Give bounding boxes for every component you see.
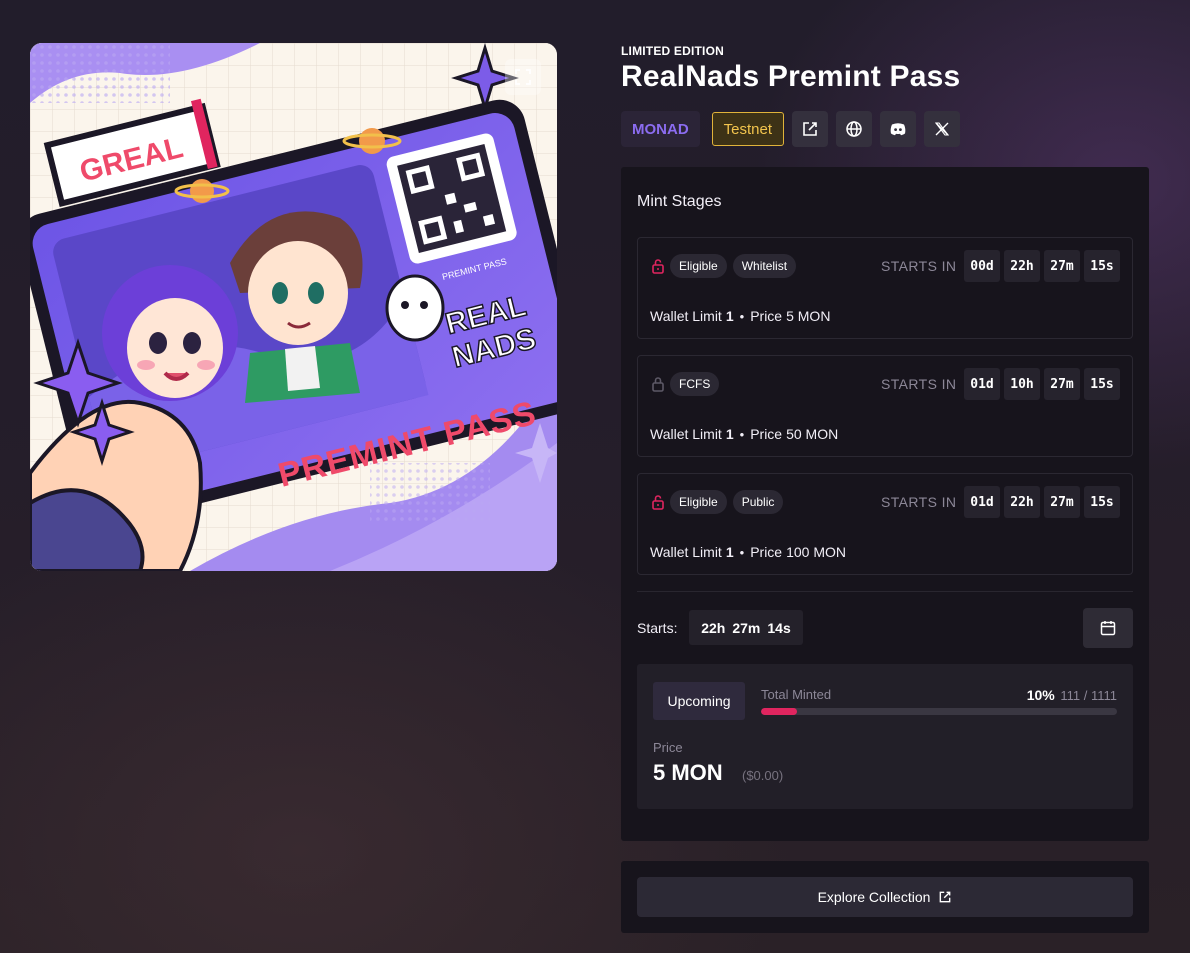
countdown-seconds: 15s	[1084, 368, 1120, 400]
minted-count: 111 / 1111	[1060, 688, 1117, 703]
starts-in-label: STARTS IN	[881, 376, 957, 392]
eligible-chip: Eligible	[670, 490, 727, 514]
wallet-limit-value: 1	[725, 308, 734, 324]
external-link-icon	[940, 891, 951, 903]
current-price: 5 MON	[653, 760, 723, 785]
starts-label: Starts:	[637, 620, 678, 636]
current-price-usd: ($0.00)	[742, 768, 784, 783]
collection-artwork: PREMINT PASS REAL NADS GREAL PREMINT PAS…	[30, 43, 557, 571]
external-link-icon	[803, 122, 817, 136]
mint-panel: Mint Stages Eligible Whitelist STARTS IN…	[621, 167, 1149, 841]
unlock-icon	[652, 259, 664, 274]
stage-limit-row: Wallet Limit 1 • Price 5 MON	[650, 308, 830, 324]
stage-limit-row: Wallet Limit 1 • Price 50 MON	[650, 426, 838, 442]
countdown-days: 01d	[964, 368, 1000, 400]
starts-seconds: 14s	[767, 619, 791, 636]
current-price-label: Price	[653, 740, 683, 755]
x-twitter-button[interactable]	[924, 111, 961, 147]
wallet-limit-label: Wallet Limit	[650, 308, 722, 324]
eligible-chip: Eligible	[670, 254, 727, 278]
countdown-seconds: 15s	[1084, 250, 1120, 282]
stage-countdown: 00d 22h 27m 15s	[964, 250, 1120, 282]
stage-countdown: 01d 10h 27m 15s	[964, 368, 1120, 400]
countdown-days: 01d	[964, 486, 1000, 518]
mint-stage-public[interactable]: Eligible Public STARTS IN 01d 22h 27m 15…	[637, 473, 1133, 575]
explore-collection-button[interactable]: Explore Collection	[637, 877, 1133, 917]
countdown-hours: 10h	[1004, 368, 1040, 400]
status-upcoming-button[interactable]: Upcoming	[653, 682, 745, 720]
stage-type-chip: Public	[732, 490, 784, 514]
separator-dot: •	[739, 426, 745, 442]
tag-row: MONAD Testnet	[621, 111, 961, 147]
stage-chips: Eligible Whitelist	[670, 254, 797, 278]
stage-price: 100 MON	[786, 544, 847, 560]
character-girl	[102, 265, 238, 401]
add-to-calendar-button[interactable]	[1083, 608, 1133, 648]
countdown-minutes: 27m	[1044, 368, 1080, 400]
price-label: Price	[750, 426, 783, 442]
expand-image-button[interactable]	[505, 59, 541, 95]
chain-badge: MONAD	[621, 111, 700, 147]
starts-countdown: 22h 27m 14s	[689, 610, 803, 645]
countdown-hours: 22h	[1004, 486, 1040, 518]
minted-progress-bar	[761, 708, 1117, 715]
countdown-days: 00d	[964, 250, 1000, 282]
total-minted-label: Total Minted	[761, 687, 832, 702]
mint-stage-fcfs[interactable]: FCFS STARTS IN 01d 10h 27m 15s Wallet Li…	[637, 355, 1133, 457]
starts-in-label: STARTS IN	[881, 258, 957, 274]
unlock-icon	[652, 495, 664, 510]
explore-collection-label: Explore Collection	[817, 889, 931, 905]
countdown-minutes: 27m	[1044, 250, 1080, 282]
minted-progress-fill	[761, 708, 797, 715]
countdown-minutes: 27m	[1044, 486, 1080, 518]
explore-panel: Explore Collection	[621, 861, 1149, 933]
wallet-limit-value: 1	[725, 544, 734, 560]
stage-limit-row: Wallet Limit 1 • Price 100 MON	[650, 544, 846, 560]
divider	[637, 591, 1133, 592]
edition-label: LIMITED EDITION	[621, 44, 724, 58]
minted-summary: 10% 111 / 1111	[1027, 687, 1117, 703]
mint-stage-whitelist[interactable]: Eligible Whitelist STARTS IN 00d 22h 27m…	[637, 237, 1133, 339]
wallet-limit-value: 1	[725, 426, 734, 442]
lock-icon	[652, 377, 664, 392]
artwork-illustration: PREMINT PASS REAL NADS GREAL PREMINT PAS…	[30, 43, 557, 571]
minted-percent: 10%	[1026, 687, 1055, 703]
stage-price: 5 MON	[786, 308, 831, 324]
stage-type-chip: FCFS	[670, 372, 720, 396]
separator-dot: •	[739, 544, 745, 560]
discord-button[interactable]	[880, 111, 917, 147]
countdown-hours: 22h	[1004, 250, 1040, 282]
starts-in-label: STARTS IN	[881, 494, 957, 510]
character-mascot	[385, 274, 445, 342]
separator-dot: •	[739, 308, 745, 324]
collection-title: RealNads Premint Pass	[621, 60, 961, 93]
stage-countdown: 01d 22h 27m 15s	[964, 486, 1120, 518]
wallet-limit-label: Wallet Limit	[650, 544, 722, 560]
mint-stages-title: Mint Stages	[637, 193, 722, 210]
stage-type-chip: Whitelist	[732, 254, 797, 278]
globe-icon	[846, 121, 862, 137]
price-label: Price	[750, 308, 783, 324]
price-label: Price	[750, 544, 783, 560]
website-button[interactable]	[836, 111, 873, 147]
countdown-seconds: 15s	[1084, 486, 1120, 518]
x-icon	[934, 122, 950, 136]
discord-icon	[890, 123, 906, 136]
wallet-limit-label: Wallet Limit	[650, 426, 722, 442]
calendar-icon	[1100, 621, 1116, 636]
external-link-button[interactable]	[792, 111, 829, 147]
starts-minutes: 27m	[732, 619, 761, 636]
stage-chips: Eligible Public	[670, 490, 784, 514]
starts-hours: 22h	[701, 619, 726, 636]
network-badge: Testnet	[711, 112, 785, 146]
stage-price: 50 MON	[786, 426, 839, 442]
expand-icon	[515, 69, 531, 85]
stage-chips: FCFS	[670, 372, 720, 396]
mint-status-box: Upcoming Total Minted 10% 111 / 1111 Pri…	[637, 664, 1133, 809]
